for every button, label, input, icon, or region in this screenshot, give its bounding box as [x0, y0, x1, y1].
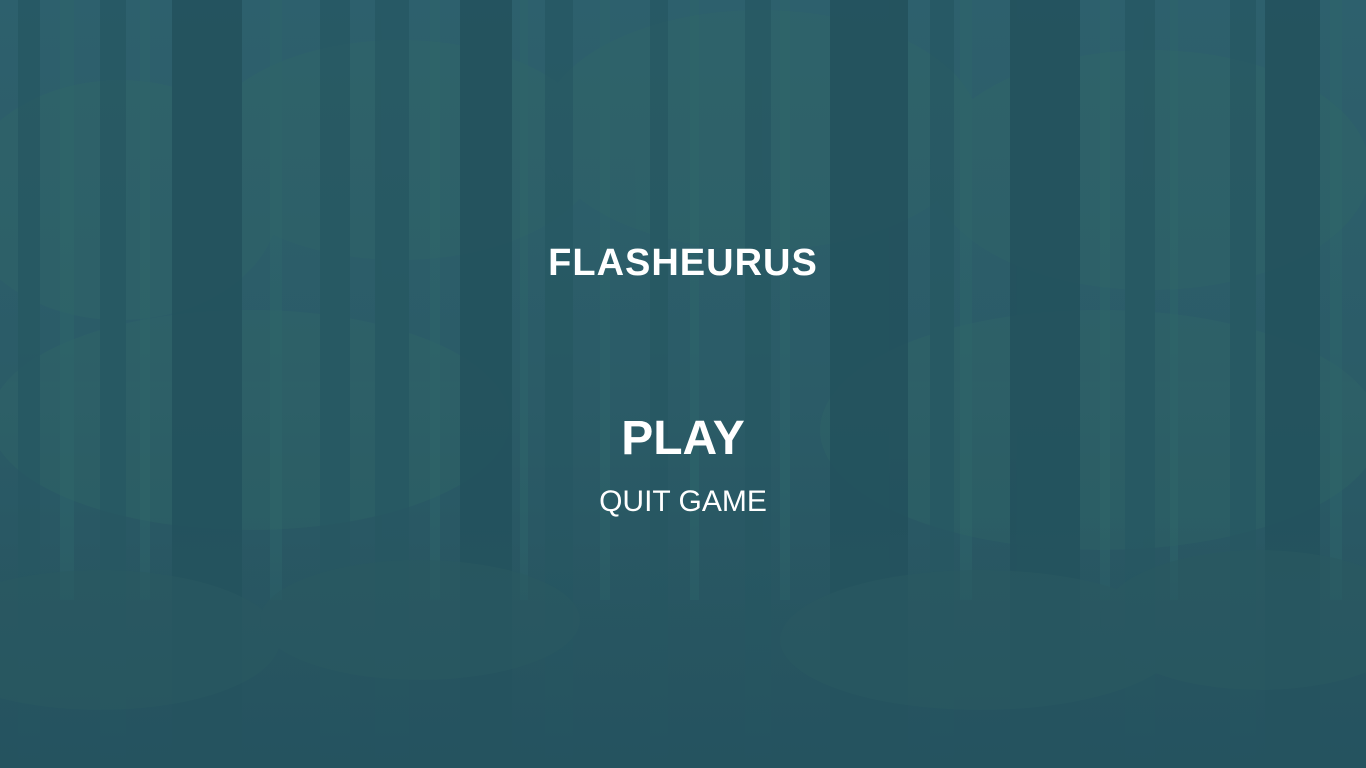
play-button[interactable]: PLAY — [583, 410, 783, 468]
quit-game-button[interactable]: QUIT GAME — [558, 484, 808, 520]
game-title: FLASHEURUS — [548, 242, 818, 284]
main-menu: FLASHEURUS PLAY QUIT GAME — [0, 0, 1366, 768]
